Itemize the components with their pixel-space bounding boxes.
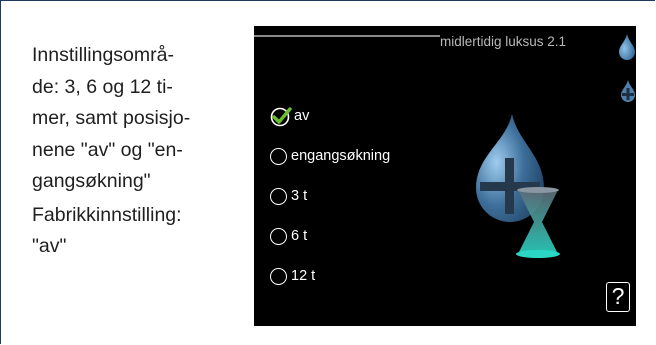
option-list: av engangsøkning 3 t 6 t 12 t xyxy=(270,96,390,296)
help-button[interactable]: ? xyxy=(606,282,630,312)
option-label: 3 t xyxy=(291,188,308,204)
title-divider xyxy=(254,35,440,37)
option-6t[interactable]: 6 t xyxy=(270,216,390,256)
radio-button[interactable] xyxy=(270,267,287,285)
setting-description: Innstillingsområ- de: 3, 6 og 12 ti- mer… xyxy=(32,40,232,263)
radio-button[interactable] xyxy=(270,187,287,205)
option-label: 6 t xyxy=(291,228,308,244)
display-screen: midlertidig luksus 2.1 av engangsøkning xyxy=(254,26,636,326)
range-line: de: 3, 6 og 12 ti- xyxy=(32,75,173,98)
option-engangsokning[interactable]: engangsøkning xyxy=(270,136,390,176)
factory-line: Fabrikkinnstilling: xyxy=(32,203,182,226)
option-3t[interactable]: 3 t xyxy=(270,176,390,216)
drop-hourglass-icon xyxy=(476,114,560,258)
range-line: nene "av" og "en- xyxy=(32,138,183,161)
range-line: Innstillingsområ- xyxy=(32,44,174,66)
option-12t[interactable]: 12 t xyxy=(270,256,390,296)
radio-button[interactable] xyxy=(270,147,287,165)
factory-line: "av" xyxy=(32,235,67,257)
option-label: 12 t xyxy=(291,268,316,284)
water-drop-icon xyxy=(619,34,635,60)
range-line: gangsøkning" xyxy=(32,170,151,192)
range-line: mer, samt posisjo- xyxy=(32,107,191,129)
option-av[interactable]: av xyxy=(270,96,390,136)
range-text: Innstillingsområ- de: 3, 6 og 12 ti- mer… xyxy=(32,40,232,198)
option-label: av xyxy=(294,108,310,124)
drop-plus-icon xyxy=(621,80,635,102)
option-label: engangsøkning xyxy=(291,148,391,164)
factory-setting-text: Fabrikkinnstilling: "av" xyxy=(32,200,232,263)
check-icon xyxy=(270,107,292,127)
screen-title: midlertidig luksus 2.1 xyxy=(440,34,567,49)
radio-button[interactable] xyxy=(270,227,287,245)
